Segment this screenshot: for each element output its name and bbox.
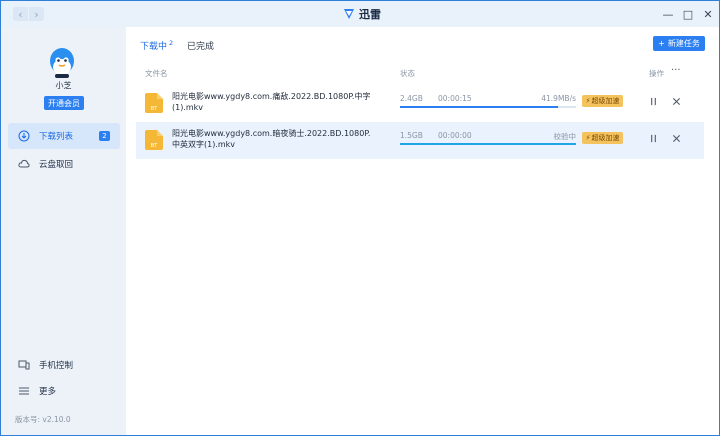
super-accel-button[interactable]: ⚡ 超级加速 [582, 132, 623, 144]
close-button[interactable]: ✕ [701, 7, 715, 21]
file-type-label: BT [151, 106, 158, 112]
elapsed-time: 00:00:15 [438, 94, 472, 103]
file-name: 阳光电影www.ygdy8.com.痛敌.2022.BD.1080P.中字(1)… [172, 92, 371, 112]
accel-label: 超级加速 [591, 97, 620, 105]
accel-label: 超级加速 [591, 134, 620, 142]
verify-status: 校验中 [553, 132, 577, 141]
file-size: 1.5GB [400, 131, 423, 140]
tab-label: 下载中 [140, 42, 168, 52]
forward-button[interactable]: › [29, 7, 44, 21]
sidebar-item-label: 更多 [39, 387, 57, 397]
app-title: 迅雷 [343, 6, 381, 22]
lightning-icon: ⚡ [585, 134, 591, 142]
close-icon [672, 97, 681, 106]
close-icon [672, 134, 681, 143]
sidebar-item-label: 云盘取回 [39, 160, 74, 170]
delete-button[interactable] [671, 133, 682, 144]
version-label: 版本号: v2.10.0 [15, 415, 71, 424]
sidebar-item-label: 手机控制 [39, 361, 74, 371]
download-row[interactable]: BT 阳光电影www.ygdy8.com.痛敌.2022.BD.1080P.中字… [136, 85, 704, 122]
progress-fill [400, 143, 576, 145]
column-header-status: 状态 [400, 69, 415, 78]
tab-count: 2 [169, 39, 174, 47]
app-window: ‹ › 迅雷 — □ ✕ 小芝 开通会员 下载列表 2 云盘取回 手机控制 更多… [0, 0, 720, 436]
progress-fill [400, 106, 559, 108]
plus-icon: + [658, 39, 665, 48]
bt-file-icon: BT [145, 130, 163, 150]
new-task-label: 新建任务 [667, 39, 700, 48]
pause-icon [651, 97, 656, 106]
delete-button[interactable] [671, 96, 682, 107]
pause-button[interactable] [648, 96, 659, 107]
tab-downloading[interactable]: 下载中 2 [140, 39, 173, 52]
super-accel-button[interactable]: ⚡ 超级加速 [582, 95, 623, 107]
vip-button[interactable]: 开通会员 [44, 96, 84, 110]
sidebar: 小芝 开通会员 下载列表 2 云盘取回 手机控制 更多 版本号: v2.10.0 [1, 27, 126, 435]
main-panel: 下载中 2 已完成 + 新建任务 文件名 状态 操作 ··· BT 阳光电影www… [126, 27, 719, 435]
minimize-button[interactable]: — [661, 7, 675, 21]
pause-icon [651, 134, 656, 143]
title-bar: ‹ › 迅雷 — □ ✕ [1, 1, 719, 27]
sidebar-item-label: 下载列表 [39, 132, 74, 142]
pause-button[interactable] [648, 133, 659, 144]
column-header-actions: 操作 [649, 69, 664, 78]
download-speed: 41.9MB/s [541, 94, 576, 103]
file-name: 阳光电影www.ygdy8.com.暗夜骑士.2022.BD.1080P.中英双… [172, 129, 371, 149]
maximize-button[interactable]: □ [681, 7, 695, 21]
more-options-icon[interactable]: ··· [671, 65, 681, 76]
download-row[interactable]: BT 阳光电影www.ygdy8.com.暗夜骑士.2022.BD.1080P.… [136, 122, 704, 159]
sidebar-item-phone-control[interactable]: 手机控制 [8, 352, 120, 378]
avatar[interactable] [49, 47, 75, 79]
progress-bar [400, 106, 576, 108]
menu-icon [19, 387, 29, 395]
file-type-label: BT [151, 143, 158, 149]
download-list-icon [18, 130, 30, 142]
xunlei-logo-icon [344, 9, 354, 19]
column-header-name: 文件名 [145, 69, 168, 78]
new-task-button[interactable]: + 新建任务 [653, 36, 705, 51]
app-title-text: 迅雷 [359, 8, 381, 21]
phone-control-icon [18, 360, 30, 370]
sidebar-item-downloads[interactable]: 下载列表 2 [8, 123, 120, 149]
sidebar-item-more[interactable]: 更多 [8, 378, 120, 404]
lightning-icon: ⚡ [585, 97, 591, 105]
sidebar-item-cloud[interactable]: 云盘取回 [8, 151, 120, 177]
bt-file-icon: BT [145, 93, 163, 113]
tab-completed[interactable]: 已完成 [187, 39, 214, 52]
back-button[interactable]: ‹ [13, 7, 28, 21]
file-size: 2.4GB [400, 94, 423, 103]
username: 小芝 [55, 81, 72, 90]
progress-bar [400, 143, 576, 145]
elapsed-time: 00:00:00 [438, 131, 472, 140]
download-count-badge: 2 [99, 131, 110, 141]
cloud-icon [18, 159, 30, 168]
